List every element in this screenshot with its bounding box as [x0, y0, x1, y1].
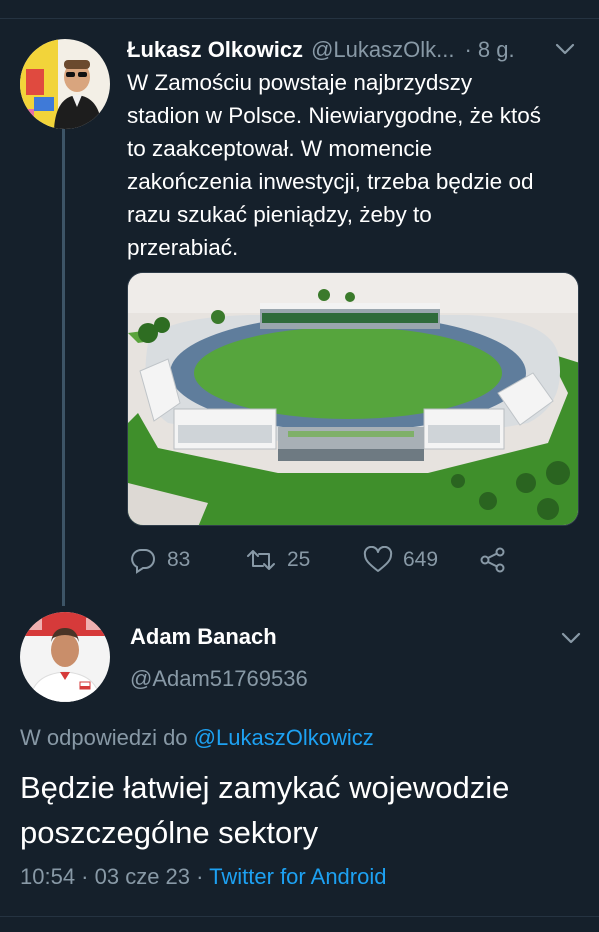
top-divider [0, 18, 599, 19]
bottom-divider [0, 916, 599, 917]
stadium-render-image [128, 273, 578, 525]
chevron-down-icon[interactable] [555, 42, 575, 56]
reply-button[interactable]: 83 [129, 540, 190, 580]
reply-icon [131, 549, 155, 574]
retweet-count: 25 [287, 548, 311, 571]
reply-text: Będzie łatwiej zamykać wojewodzie poszcz… [20, 770, 510, 850]
reply-count: 83 [167, 548, 191, 571]
reply-timestamp: 10:54 · 03 cze 23 · [20, 864, 204, 889]
replying-to-mention-link[interactable]: @LukaszOlkowicz [194, 725, 374, 750]
author-handle[interactable]: @LukaszOlk... [311, 37, 454, 63]
heart-icon [363, 546, 393, 572]
retweet-button[interactable]: 25 [245, 540, 310, 580]
avatar[interactable] [20, 39, 110, 129]
thread-connector-line [62, 128, 65, 606]
chevron-down-icon[interactable] [561, 631, 581, 645]
tweet-header: Łukasz Olkowicz @LukaszOlk... · 8 g. [127, 34, 567, 66]
replying-to-prefix: W odpowiedzi do [20, 725, 188, 750]
share-icon [480, 547, 505, 573]
avatar-photo [20, 39, 110, 129]
reply-author-handle[interactable]: @Adam51769536 [130, 666, 308, 692]
avatar[interactable] [20, 612, 110, 702]
reply-author-name[interactable]: Adam Banach [130, 624, 277, 650]
tweet-text: W Zamościu powstaje najbrzydszy stadion … [127, 70, 541, 260]
author-name[interactable]: Łukasz Olkowicz [127, 37, 303, 63]
retweet-icon [247, 550, 275, 570]
replying-to-line: W odpowiedzi do @LukaszOlkowicz [20, 725, 374, 751]
tweet-time[interactable]: · 8 g. [464, 37, 514, 63]
avatar-photo [20, 612, 110, 702]
like-button[interactable]: 649 [363, 540, 438, 580]
tweet-action-bar: 83 25 649 [127, 540, 547, 580]
reply-metadata: 10:54 · 03 cze 23 · Twitter for Android [20, 864, 386, 890]
reply-source-link[interactable]: Twitter for Android [209, 864, 386, 889]
tweet-media-image[interactable] [127, 272, 579, 526]
like-count: 649 [403, 548, 439, 571]
share-button[interactable] [479, 540, 517, 580]
